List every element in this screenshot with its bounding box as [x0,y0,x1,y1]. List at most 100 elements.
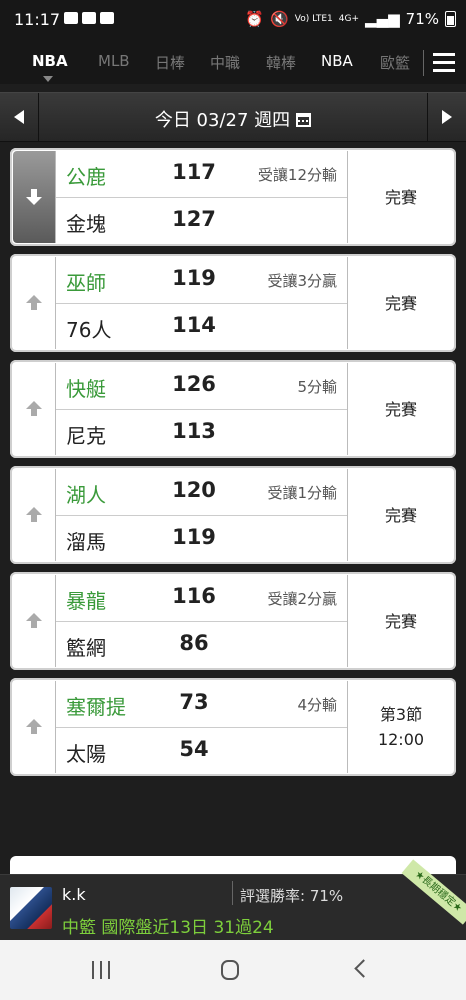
battery-percent: 71% [405,10,439,28]
home-team-row: 巫師 119 受讓3分贏 [56,257,347,304]
network-label: 4G+ [338,13,360,24]
game-status: 完賽 [347,151,454,243]
date-label: 今日 03/27 週四 [154,110,291,131]
away-team-row: 溜馬 119 [56,516,347,562]
home-team-score: 73 [179,690,209,714]
home-team-name: 湖人 [66,483,106,507]
tab-euro-basketball[interactable]: 歐籃 [380,52,410,73]
volte-label: Vo) LTE1 [294,13,333,24]
game-status: 完賽 [347,469,454,561]
tab-divider [423,50,424,76]
battery-icon [445,11,456,27]
home-team-row: 公鹿 117 受讓12分輸 [56,151,347,198]
home-team-row: 快艇 126 5分輸 [56,363,347,410]
home-team-row: 湖人 120 受讓1分輸 [56,469,347,516]
tab-korea-baseball[interactable]: 韓棒 [266,52,296,73]
app-icon [100,12,114,24]
tab-mlb[interactable]: MLB [98,52,130,70]
back-button[interactable] [354,959,373,978]
avatar [10,887,52,929]
game-card[interactable]: 湖人 120 受讓1分輸 溜馬 119 完賽 [10,466,456,564]
status-time: 11:17 [14,10,61,29]
game-card[interactable]: 公鹿 117 受讓12分輸 金塊 127 完賽 [10,148,456,246]
home-team-score: 116 [172,584,216,608]
expand-toggle[interactable] [13,257,56,349]
game-status: 完賽 [347,363,454,455]
away-team-name: 尼克 [66,424,106,448]
win-rate: 評選勝率: 71% [240,887,344,905]
expand-toggle[interactable] [13,363,56,455]
away-team-name: 太陽 [66,742,106,766]
home-team-score: 126 [172,372,216,396]
away-team-name: 金塊 [66,212,106,236]
home-team-name: 暴龍 [66,589,106,613]
next-day-button[interactable] [427,93,466,141]
date-selector[interactable]: 今日 03/27 週四 [0,106,466,132]
arrow-up-icon [25,719,43,735]
spread-result: 受讓12分輸 [257,166,337,184]
game-status: 完賽 [347,575,454,667]
spread-result: 受讓1分輸 [267,484,337,502]
game-card[interactable]: 巫師 119 受讓3分贏 76人 114 完賽 [10,254,456,352]
tab-nba-2[interactable]: NBA [321,52,353,70]
arrow-down-icon [25,189,43,205]
active-tab-indicator [43,76,53,82]
status-bar: 11:17 ⏰ 🔇 Vo) LTE1 4G+ ▂▄▆ 71% [0,0,466,42]
notification-icons [64,12,114,24]
sport-tab-bar: NBA MLB 日棒 中職 韓棒 NBA 歐籃 [0,42,466,84]
spread-result: 受讓3分贏 [267,272,337,290]
calendar-icon [296,113,312,127]
list-footer-edge [10,856,456,874]
away-team-row: 金塊 127 [56,198,347,244]
game-status: 完賽 [347,257,454,349]
banner-divider [232,881,233,905]
away-team-row: 太陽 54 [56,728,347,774]
expand-toggle[interactable] [13,681,56,773]
menu-icon[interactable] [433,53,455,73]
date-bar: 今日 03/27 週四 [0,92,466,142]
system-nav-bar [0,940,466,1000]
tab-cpbl[interactable]: 中職 [210,52,240,73]
tipster-banner[interactable]: k.k 評選勝率: 71% 中籃 國際盤近13日 31過24 ★長期穩定★ [0,859,466,941]
recent-apps-button[interactable] [92,961,110,979]
away-team-score: 113 [172,419,216,443]
home-team-row: 塞爾提 73 4分輸 [56,681,347,728]
away-team-score: 119 [172,525,216,549]
image-icon [82,12,96,24]
away-team-score: 86 [179,631,209,655]
home-team-row: 暴龍 116 受讓2分贏 [56,575,347,622]
tab-japan-baseball[interactable]: 日棒 [155,52,185,73]
status-right: ⏰ 🔇 Vo) LTE1 4G+ ▂▄▆ 71% [245,10,456,28]
home-team-name: 塞爾提 [66,695,126,719]
arrow-up-icon [25,613,43,629]
home-team-name: 巫師 [66,271,106,295]
away-team-name: 籃網 [66,636,106,660]
home-team-name: 快艇 [66,377,106,401]
home-team-score: 117 [172,160,216,184]
expand-toggle[interactable] [13,575,56,667]
signal-icon: ▂▄▆ [365,10,400,28]
arrow-up-icon [25,401,43,417]
away-team-name: 溜馬 [66,530,106,554]
away-team-score: 54 [179,737,209,761]
home-team-name: 公鹿 [66,165,106,189]
game-card[interactable]: 快艇 126 5分輸 尼克 113 完賽 [10,360,456,458]
tab-nba[interactable]: NBA [32,52,68,70]
tipster-record: 中籃 國際盤近13日 31過24 [62,918,274,938]
away-team-row: 76人 114 [56,304,347,350]
game-status: 第3節 12:00 [347,681,454,773]
away-team-name: 76人 [66,318,112,342]
game-list: 公鹿 117 受讓12分輸 金塊 127 完賽 巫師 119 受讓3分贏 76人… [10,148,456,784]
home-button[interactable] [221,960,239,980]
mail-icon [64,12,78,24]
spread-result: 4分輸 [297,696,337,714]
mute-icon: 🔇 [270,10,289,28]
arrow-right-icon [442,110,452,124]
game-card[interactable]: 暴龍 116 受讓2分贏 籃網 86 完賽 [10,572,456,670]
expand-toggle[interactable] [13,469,56,561]
home-team-score: 120 [172,478,216,502]
arrow-up-icon [25,295,43,311]
away-team-score: 114 [172,313,216,337]
game-card[interactable]: 塞爾提 73 4分輸 太陽 54 第3節 12:00 [10,678,456,776]
expand-toggle[interactable] [13,151,56,243]
